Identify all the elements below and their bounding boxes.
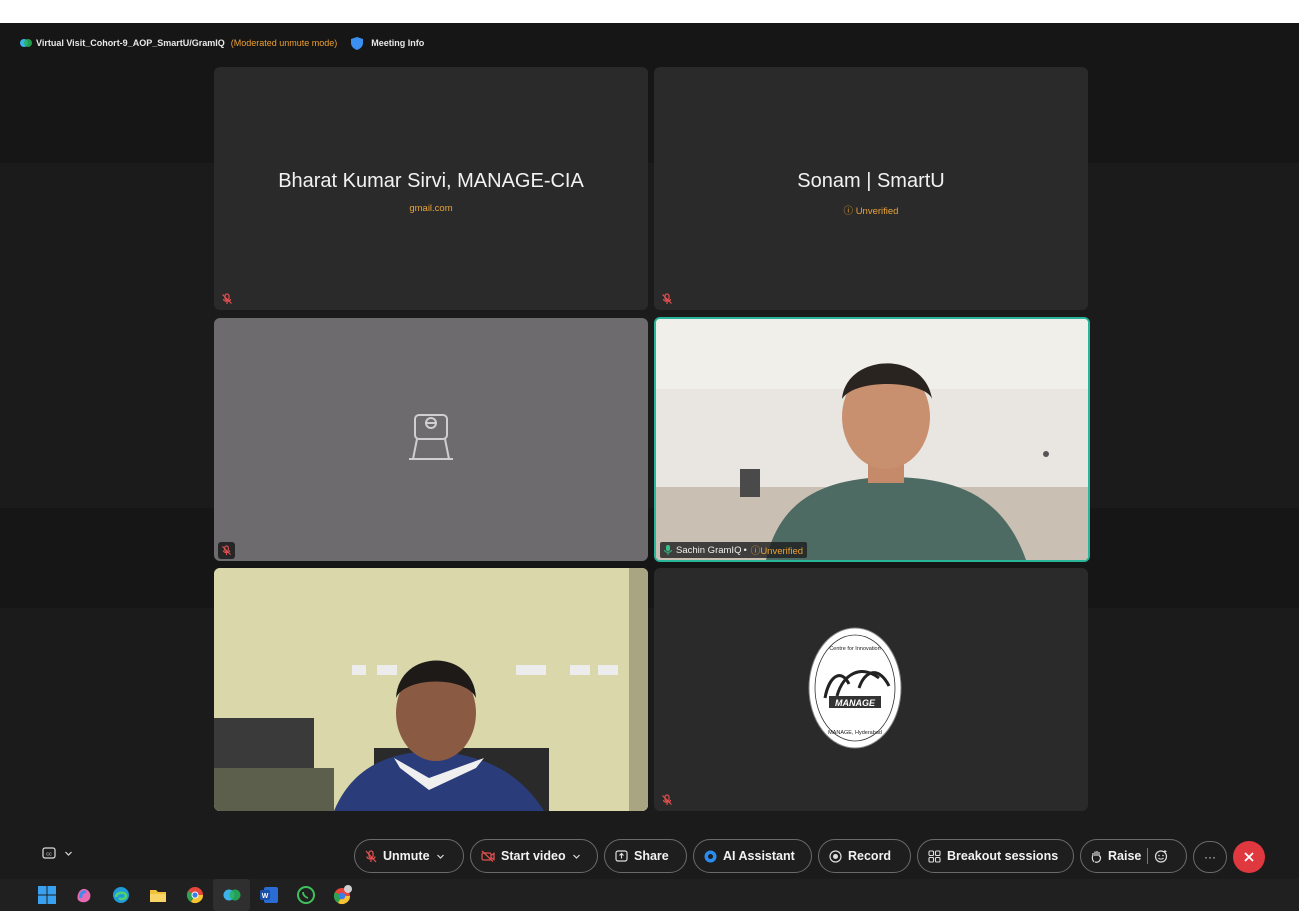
participant-tile-bharat[interactable]: Bharat Kumar Sirvi, MANAGE-CIA gmail.com bbox=[214, 67, 648, 310]
meeting-window: Virtual Visit_Cohort-9_AOP_SmartU/GramIQ… bbox=[0, 23, 1299, 911]
taskbar-edge[interactable] bbox=[102, 879, 139, 911]
participant-tile-video[interactable] bbox=[214, 568, 648, 811]
windows-start-button[interactable] bbox=[28, 879, 65, 911]
unverified-icon: ⓘ bbox=[843, 206, 854, 217]
ai-assistant-icon bbox=[704, 850, 717, 862]
chevron-down-icon[interactable] bbox=[436, 852, 445, 861]
taskbar-chrome-profile[interactable] bbox=[324, 879, 361, 911]
webex-app-icon bbox=[223, 889, 240, 901]
breakout-sessions-label: Breakout sessions bbox=[947, 849, 1059, 863]
divider bbox=[1147, 848, 1149, 864]
unverified-badge: ⓘ Unverified bbox=[843, 206, 899, 217]
chevron-down-icon bbox=[65, 851, 72, 856]
reactions-emoji-icon[interactable] bbox=[1154, 849, 1168, 863]
captions-button[interactable]: cc bbox=[42, 847, 73, 859]
raise-hand-button[interactable]: Raise bbox=[1080, 839, 1187, 873]
taskbar-webex[interactable] bbox=[213, 879, 250, 911]
participant-name: Sachin GramIQ bbox=[676, 544, 742, 556]
breakout-sessions-button[interactable]: Breakout sessions bbox=[917, 839, 1074, 873]
participant-name-tag: Sachin GramIQ • ⓘUnverified bbox=[660, 542, 808, 558]
taskbar-file-explorer[interactable] bbox=[139, 879, 176, 911]
record-button[interactable]: Record bbox=[818, 839, 911, 873]
mic-muted-icon bbox=[222, 293, 232, 304]
meeting-title: Virtual Visit_Cohort-9_AOP_SmartU/GramIQ bbox=[36, 38, 225, 48]
mic-muted-icon bbox=[662, 293, 672, 304]
video-off-icon bbox=[481, 850, 495, 862]
chevron-down-icon[interactable] bbox=[572, 852, 581, 861]
meeting-info-label: Meeting Info bbox=[371, 38, 425, 48]
mic-muted-icon bbox=[662, 794, 672, 805]
leave-meeting-button[interactable] bbox=[1233, 841, 1265, 873]
ai-assistant-button[interactable]: AI Assistant bbox=[693, 839, 812, 873]
share-button[interactable]: Share bbox=[604, 839, 687, 873]
svg-text:W: W bbox=[261, 893, 268, 900]
unmute-label: Unmute bbox=[383, 849, 430, 863]
start-video-label: Start video bbox=[501, 849, 566, 863]
shield-icon bbox=[351, 36, 364, 50]
svg-text:cc: cc bbox=[46, 852, 52, 858]
whatsapp-icon bbox=[296, 886, 315, 904]
record-label: Record bbox=[848, 849, 892, 863]
svg-text:MANAGE, Hyderabad: MANAGE, Hyderabad bbox=[828, 730, 882, 736]
participant-tile-video-off[interactable] bbox=[214, 318, 648, 561]
participant-name: Sonam | SmartU bbox=[797, 170, 945, 192]
participant-name: Bharat Kumar Sirvi, MANAGE-CIA bbox=[278, 170, 584, 192]
mic-active-icon bbox=[664, 545, 672, 555]
video-device-icon bbox=[409, 414, 453, 460]
meeting-controls: cc Unmute Start video Share AI Assistant… bbox=[0, 835, 1299, 877]
mic-muted-indicator bbox=[218, 542, 235, 559]
participant-video bbox=[214, 568, 648, 811]
background-band-mid bbox=[0, 508, 1299, 608]
share-screen-icon bbox=[615, 850, 628, 862]
raise-hand-icon bbox=[1091, 850, 1102, 863]
record-icon bbox=[829, 849, 842, 863]
mic-muted-icon bbox=[365, 849, 377, 862]
participant-tile-sonam[interactable]: Sonam | SmartU ⓘ Unverified bbox=[654, 67, 1088, 310]
mic-muted-icon bbox=[221, 545, 232, 556]
participant-email: gmail.com bbox=[409, 203, 453, 214]
taskbar-whatsapp[interactable] bbox=[287, 879, 324, 911]
chrome-browser-icon bbox=[186, 887, 203, 904]
windows-logo-icon bbox=[37, 886, 56, 904]
chrome-profile-icon bbox=[333, 885, 352, 905]
unmute-mode-label: (Moderated unmute mode) bbox=[230, 38, 338, 48]
os-taskbar: W bbox=[0, 879, 1299, 911]
raise-label: Raise bbox=[1108, 849, 1142, 863]
participant-video bbox=[656, 319, 1088, 560]
participant-tile-sachin[interactable]: Sachin GramIQ • ⓘUnverified bbox=[654, 317, 1090, 562]
more-options-button[interactable]: ··· bbox=[1193, 841, 1227, 873]
manage-cia-logo: MANAGE Centre for Innovation MANAGE, Hyd… bbox=[808, 627, 902, 749]
copilot-icon bbox=[76, 888, 90, 903]
unverified-badge: ⓘUnverified bbox=[750, 546, 804, 557]
taskbar-copilot[interactable] bbox=[65, 879, 102, 911]
close-icon bbox=[1244, 852, 1254, 862]
taskbar-word[interactable]: W bbox=[250, 879, 287, 911]
more-options-icon: ··· bbox=[1204, 850, 1216, 864]
start-video-button[interactable]: Start video bbox=[470, 839, 598, 873]
participant-tile-manage-logo[interactable]: MANAGE Centre for Innovation MANAGE, Hyd… bbox=[654, 568, 1088, 811]
breakout-grid-icon bbox=[928, 849, 941, 863]
ai-assistant-label: AI Assistant bbox=[723, 849, 795, 863]
closed-captions-icon: cc bbox=[42, 847, 56, 859]
webex-logo-icon bbox=[20, 39, 32, 47]
folder-icon bbox=[149, 890, 166, 902]
logo-wordmark: MANAGE bbox=[835, 698, 876, 708]
taskbar-chrome[interactable] bbox=[176, 879, 213, 911]
meeting-info-button[interactable]: Meeting Info bbox=[351, 36, 425, 50]
edge-browser-icon bbox=[112, 887, 129, 903]
svg-text:Centre for Innovation: Centre for Innovation bbox=[829, 646, 880, 652]
share-label: Share bbox=[634, 849, 669, 863]
unmute-button[interactable]: Unmute bbox=[354, 839, 464, 873]
title-bar: Virtual Visit_Cohort-9_AOP_SmartU/GramIQ… bbox=[0, 23, 1299, 63]
word-app-icon: W bbox=[259, 887, 278, 903]
